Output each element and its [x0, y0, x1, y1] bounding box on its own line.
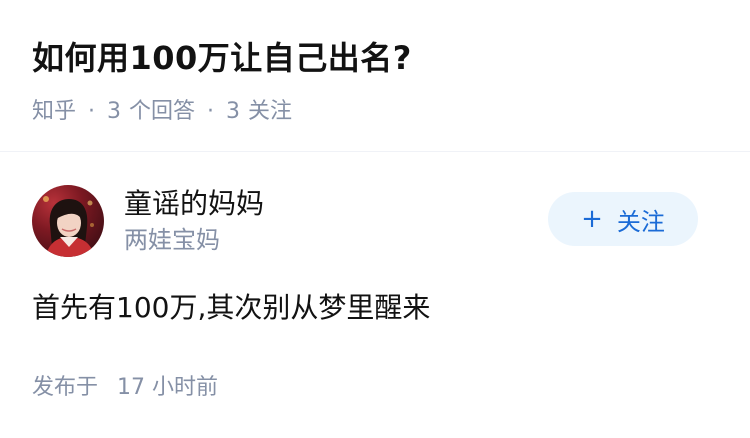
author-row: 童谣的妈妈 两娃宝妈 + 关注 [32, 184, 698, 258]
follow-button[interactable]: + 关注 [548, 192, 698, 246]
author-name[interactable]: 童谣的妈妈 [124, 186, 548, 222]
answer-count-label: 个回答 [129, 99, 196, 124]
follow-count: 3 [226, 99, 241, 124]
avatar[interactable] [32, 185, 104, 257]
follow-count-label: 关注 [248, 99, 293, 124]
meta-separator: · [207, 99, 215, 124]
published-label: 发布于 [32, 375, 99, 400]
source-label: 知乎 [32, 99, 77, 124]
plus-icon: + [581, 204, 603, 234]
answer-count: 3 [107, 99, 122, 124]
author-info: 童谣的妈妈 两娃宝妈 [124, 186, 548, 256]
question-title[interactable]: 如何用100万让自己出名? [32, 36, 718, 80]
answer-publish-time: 发布于 17 小时前 [32, 372, 218, 404]
follow-button-label: 关注 [616, 207, 665, 236]
question-meta: 知乎 · 3 个回答 · 3 关注 [32, 96, 718, 128]
avatar-portrait [43, 196, 94, 257]
question-header: 如何用100万让自己出名? 知乎 · 3 个回答 · 3 关注 [32, 36, 718, 128]
section-divider [0, 151, 750, 152]
published-time: 17 小时前 [117, 375, 219, 400]
author-headline: 两娃宝妈 [124, 226, 220, 254]
answer-content[interactable]: 首先有100万,其次别从梦里醒来 [32, 286, 718, 330]
meta-separator: · [88, 99, 96, 124]
